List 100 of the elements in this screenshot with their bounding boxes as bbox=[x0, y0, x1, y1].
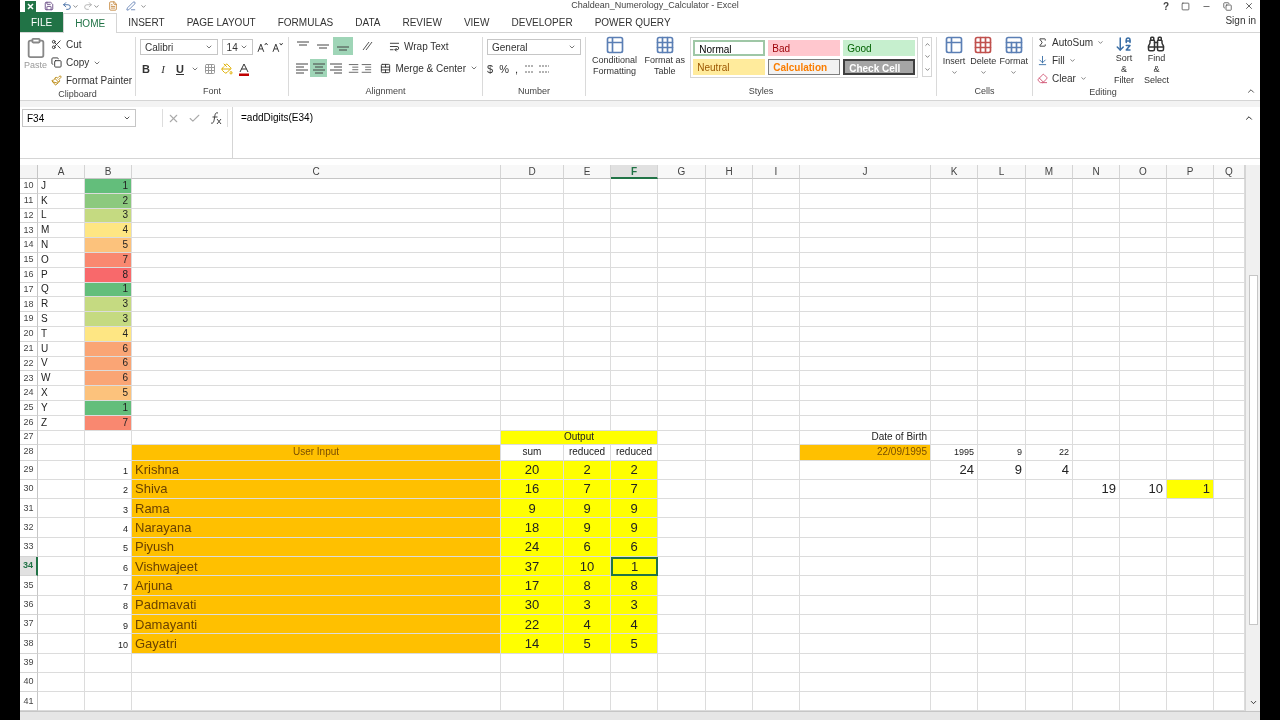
font-color-icon[interactable] bbox=[238, 62, 250, 76]
row-header[interactable]: 10 bbox=[20, 179, 38, 194]
collapse-formula-icon[interactable] bbox=[1244, 113, 1254, 123]
row-header[interactable]: 13 bbox=[20, 223, 38, 239]
formula-field[interactable]: =addDigits(E34) bbox=[232, 107, 1244, 158]
underline-button[interactable]: U bbox=[174, 61, 186, 78]
help-button[interactable]: ? bbox=[1162, 0, 1169, 14]
column-header[interactable]: G bbox=[658, 165, 706, 179]
row-header[interactable]: 32 bbox=[20, 518, 38, 538]
select-all-corner[interactable] bbox=[20, 165, 38, 179]
italic-button[interactable]: I bbox=[157, 61, 169, 78]
conditional-formatting-button[interactable]: Conditional Formatting bbox=[590, 35, 640, 77]
column-header[interactable]: E bbox=[564, 165, 611, 179]
vertical-align-button[interactable] bbox=[333, 37, 353, 55]
close-icon[interactable] bbox=[1244, 1, 1254, 11]
insert-button[interactable]: Insert bbox=[941, 35, 968, 76]
autosum-button[interactable]: AutoSum bbox=[1037, 35, 1105, 50]
horizontal-align-button[interactable] bbox=[310, 59, 328, 77]
ribbon-tab[interactable]: PAGE LAYOUT bbox=[175, 12, 267, 32]
ribbon-tab[interactable]: INSERT bbox=[117, 12, 176, 32]
row-header[interactable]: 36 bbox=[20, 595, 38, 615]
form-icon[interactable] bbox=[108, 1, 118, 11]
row-header[interactable]: 35 bbox=[20, 576, 38, 596]
column-header[interactable]: O bbox=[1120, 165, 1167, 179]
row-header[interactable]: 39 bbox=[20, 653, 38, 673]
cell-style[interactable]: Good bbox=[843, 40, 916, 56]
sort-filter-button[interactable]: Sort & Filter bbox=[1112, 35, 1136, 86]
column-header[interactable]: C bbox=[132, 165, 501, 179]
undo-icon[interactable] bbox=[62, 1, 72, 11]
borders-icon[interactable] bbox=[204, 63, 216, 76]
wrap-text-button[interactable]: Wrap Text bbox=[389, 38, 449, 54]
caret-icon[interactable] bbox=[140, 2, 147, 10]
row-header[interactable]: 30 bbox=[20, 479, 38, 500]
pen-icon[interactable] bbox=[126, 1, 136, 11]
row-header[interactable]: 24 bbox=[20, 386, 38, 401]
merge-center-button[interactable]: Merge & Center bbox=[380, 60, 478, 76]
column-header[interactable]: B bbox=[85, 165, 132, 179]
find-select-button[interactable]: Find & Select bbox=[1144, 35, 1169, 86]
ribbon-tab[interactable]: REVIEW bbox=[391, 12, 453, 32]
cell-style[interactable]: Bad bbox=[768, 40, 841, 56]
number-format-button[interactable]: , bbox=[514, 61, 518, 78]
restore-icon[interactable] bbox=[1223, 1, 1232, 11]
decimal-icon[interactable] bbox=[523, 63, 550, 76]
row-header[interactable]: 37 bbox=[20, 614, 38, 635]
row-header[interactable]: 14 bbox=[20, 238, 38, 253]
bold-button[interactable]: B bbox=[140, 61, 152, 78]
column-header[interactable]: F bbox=[611, 165, 658, 179]
row-header[interactable]: 38 bbox=[20, 634, 38, 654]
number-format-button[interactable]: $ bbox=[487, 61, 494, 78]
column-header[interactable]: D bbox=[501, 165, 564, 179]
column-header[interactable]: N bbox=[1073, 165, 1120, 179]
row-header[interactable]: 23 bbox=[20, 371, 38, 387]
caret-icon[interactable] bbox=[72, 2, 79, 10]
number-format-button[interactable]: % bbox=[499, 61, 509, 78]
font-size-field[interactable]: 14 bbox=[221, 39, 253, 55]
format-as-table-button[interactable]: Format as Table bbox=[643, 35, 687, 77]
column-header[interactable]: M bbox=[1026, 165, 1073, 179]
indent-icon[interactable] bbox=[348, 62, 373, 74]
scrollbar-thumb[interactable] bbox=[1248, 275, 1258, 625]
shrink-font-icon[interactable] bbox=[272, 41, 284, 53]
name-box[interactable]: F34 bbox=[22, 109, 136, 127]
clear-button[interactable]: Clear bbox=[1037, 71, 1105, 86]
fill-color-icon[interactable] bbox=[221, 63, 233, 76]
ribbon-tab[interactable]: VIEW bbox=[452, 12, 501, 32]
row-header[interactable]: 18 bbox=[20, 297, 38, 313]
copy-button[interactable]: Copy bbox=[51, 55, 133, 70]
ribbon-tab[interactable]: HOME bbox=[63, 13, 118, 33]
column-header[interactable]: Q bbox=[1214, 165, 1245, 179]
column-header[interactable]: P bbox=[1167, 165, 1214, 179]
sign-in-link[interactable]: Sign in bbox=[1225, 13, 1256, 28]
row-header[interactable]: 19 bbox=[20, 312, 38, 327]
column-header[interactable]: K bbox=[931, 165, 978, 179]
column-header[interactable]: H bbox=[706, 165, 753, 179]
fill-button[interactable]: Fill bbox=[1037, 53, 1105, 68]
format-button[interactable]: Format bbox=[999, 35, 1028, 76]
ribbon-tab[interactable]: FORMULAS bbox=[266, 12, 345, 32]
gallery-scroll[interactable] bbox=[922, 37, 932, 77]
row-header[interactable]: 29 bbox=[20, 460, 38, 480]
save-icon[interactable] bbox=[44, 1, 54, 11]
caret-icon[interactable] bbox=[93, 2, 100, 10]
column-header[interactable]: J bbox=[800, 165, 931, 179]
row-header[interactable]: 40 bbox=[20, 672, 38, 693]
format-painter-button[interactable]: Format Painter bbox=[51, 73, 133, 88]
delete-button[interactable]: Delete bbox=[970, 35, 997, 76]
font-name-field[interactable]: Calibri bbox=[140, 39, 218, 55]
column-header[interactable]: A bbox=[38, 165, 85, 179]
ribbon-tab[interactable]: POWER QUERY bbox=[583, 12, 682, 32]
function-icon[interactable] bbox=[209, 111, 223, 125]
cell-style[interactable]: Neutral bbox=[693, 59, 766, 75]
column-header[interactable]: L bbox=[978, 165, 1026, 179]
row-header[interactable]: 41 bbox=[20, 692, 38, 712]
number-format-field[interactable]: General bbox=[487, 39, 581, 55]
row-header[interactable]: 31 bbox=[20, 499, 38, 519]
collapse-ribbon-icon[interactable] bbox=[1246, 86, 1256, 96]
ribbon-tab[interactable]: DATA bbox=[344, 12, 392, 32]
ribbon-tab[interactable]: FILE bbox=[20, 12, 64, 32]
vertical-scrollbar[interactable] bbox=[1245, 165, 1260, 712]
column-header[interactable]: I bbox=[753, 165, 800, 179]
ribbon-display-icon[interactable] bbox=[1181, 1, 1190, 11]
cut-button[interactable]: Cut bbox=[51, 37, 133, 52]
